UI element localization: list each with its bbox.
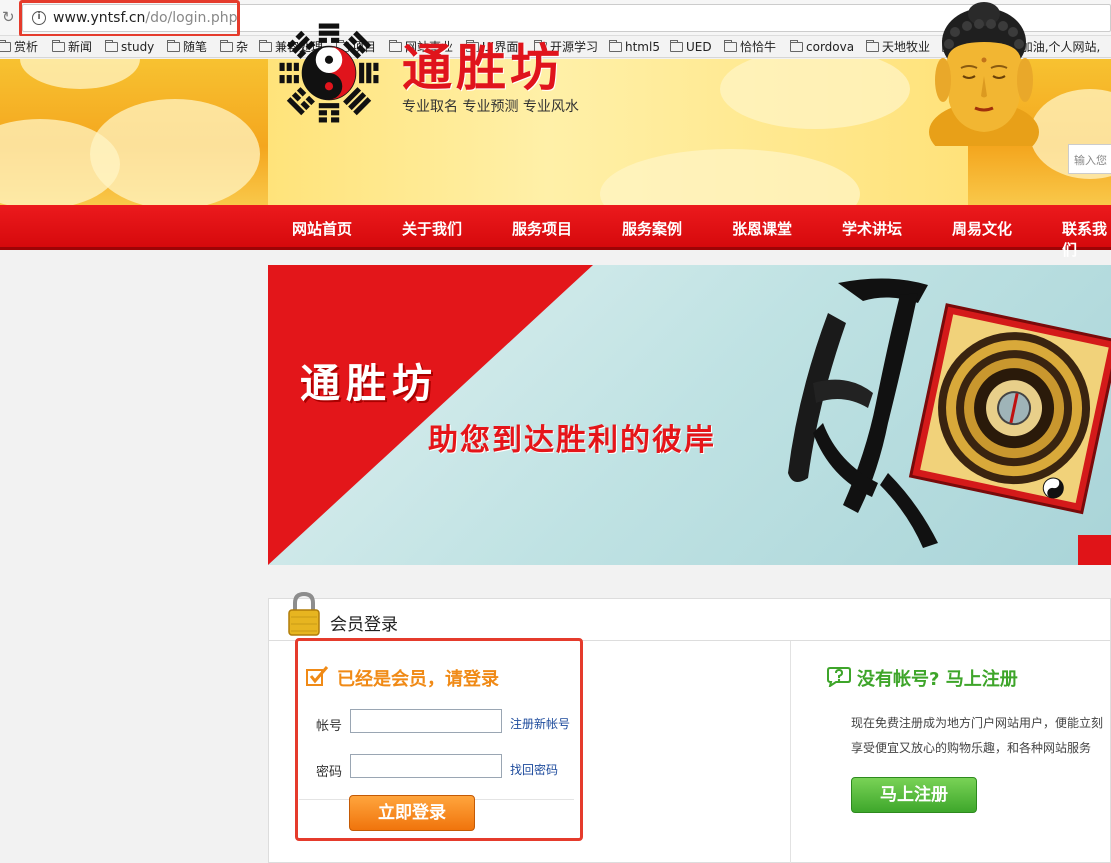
- bookmark-item[interactable]: 天地牧业: [866, 39, 930, 55]
- url-highlight-box: [19, 0, 240, 37]
- cloud-decoration: [90, 99, 260, 205]
- nav-item-culture[interactable]: 周易文化: [952, 218, 1012, 239]
- banner-red-tab[interactable]: [1078, 535, 1111, 565]
- bookmark-item[interactable]: 赏析: [0, 39, 38, 55]
- nav-item-cases[interactable]: 服务案例: [622, 218, 682, 239]
- banner-slogan: 助您到达胜利的彼岸: [428, 423, 716, 458]
- folder-icon: [670, 40, 683, 52]
- folder-icon: [609, 40, 622, 52]
- hero-banner: 通胜坊 助您到达胜利的彼岸: [268, 265, 1111, 565]
- register-question-icon: [827, 667, 851, 687]
- folder-icon: [724, 40, 737, 52]
- register-description: 现在免费注册成为地方门户网站用户，便能立刻享受便宜又放心的购物乐趣，和各种网站服…: [851, 716, 1104, 755]
- bookmark-item[interactable]: study: [105, 39, 154, 55]
- register-heading: 没有帐号? 马上注册: [857, 669, 1018, 690]
- nav-item-classroom[interactable]: 张恩课堂: [732, 218, 792, 239]
- panel-divider: [790, 641, 791, 863]
- luopan-compass-icon: [908, 303, 1111, 515]
- panel-title: 会员登录: [330, 615, 398, 635]
- folder-icon: [259, 40, 272, 52]
- folder-icon: [790, 40, 803, 52]
- bookmark-item[interactable]: 恰恰牛: [724, 39, 776, 55]
- bookmark-item[interactable]: 新闻: [52, 39, 92, 55]
- buddha-figure-icon: [929, 2, 1039, 146]
- folder-icon: [52, 40, 65, 52]
- folder-icon: [866, 40, 879, 52]
- nav-item-home[interactable]: 网站首页: [292, 218, 352, 239]
- panel-header: 会员登录: [269, 591, 1111, 641]
- main-nav: 网站首页 关于我们 服务项目 服务案例 张恩课堂 学术讲坛 周易文化 联系我们: [0, 205, 1111, 259]
- nav-item-services[interactable]: 服务项目: [512, 218, 572, 239]
- login-highlight-box: [295, 638, 583, 841]
- folder-icon: [220, 40, 233, 52]
- folder-icon: [167, 40, 180, 52]
- site-search-input[interactable]: 输入您: [1068, 144, 1111, 174]
- nav-item-forum[interactable]: 学术讲坛: [842, 218, 902, 239]
- cloud-decoration: [20, 59, 140, 89]
- nav-item-contact[interactable]: 联系我们: [1062, 218, 1111, 260]
- site-tagline: 专业取名 专业预测 专业风水: [402, 99, 579, 115]
- lock-icon: [288, 591, 320, 636]
- bookmark-item[interactable]: 随笔: [167, 39, 207, 55]
- reload-icon[interactable]: ↻: [2, 9, 18, 25]
- site-title[interactable]: 通胜坊: [402, 28, 564, 100]
- register-button[interactable]: 马上注册: [851, 777, 977, 813]
- bagua-logo-icon[interactable]: [278, 22, 380, 124]
- folder-icon: [0, 40, 11, 52]
- nav-item-about[interactable]: 关于我们: [402, 218, 462, 239]
- folder-icon: [105, 40, 118, 52]
- bookmark-item[interactable]: UED: [670, 39, 712, 55]
- folder-icon: [389, 40, 402, 52]
- bookmark-item[interactable]: 杂: [220, 39, 248, 55]
- banner-title: 通胜坊: [300, 360, 438, 407]
- bookmark-item[interactable]: html5: [609, 39, 660, 55]
- bookmark-item[interactable]: cordova: [790, 39, 854, 55]
